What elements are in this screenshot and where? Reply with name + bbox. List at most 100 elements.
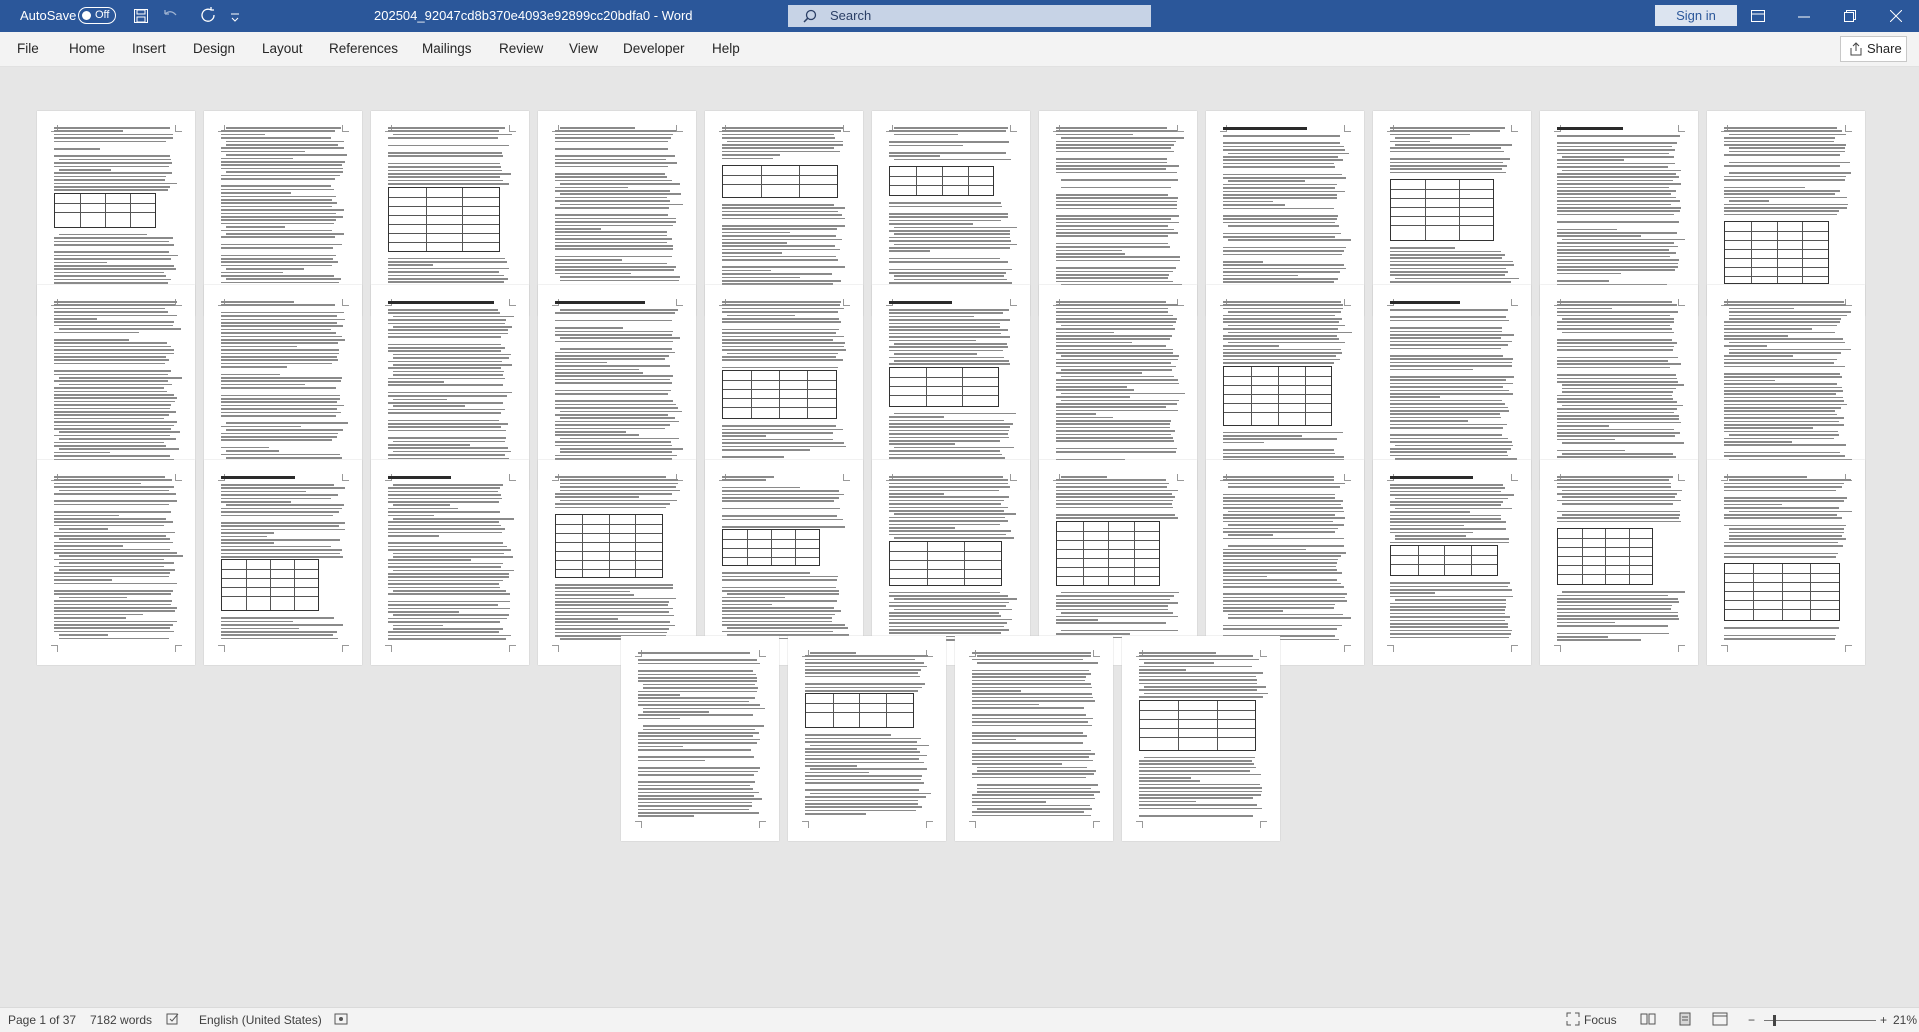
document-page-thumbnail[interactable] [1540, 460, 1698, 665]
autosave-toggle[interactable]: Off [78, 7, 116, 24]
proofing-icon[interactable] [166, 1012, 180, 1029]
text-line [638, 798, 762, 800]
page-heading [388, 301, 495, 304]
document-page-thumbnail[interactable] [621, 636, 779, 841]
text-line [889, 530, 1011, 532]
text-line [972, 676, 1086, 678]
crop-mark [1511, 125, 1518, 132]
document-page-thumbnail[interactable] [872, 460, 1030, 665]
document-page-thumbnail[interactable] [37, 460, 195, 665]
text-line [560, 482, 679, 485]
text-line [555, 414, 668, 416]
document-page-thumbnail[interactable] [204, 460, 362, 665]
text-line [805, 809, 916, 812]
tab-review[interactable]: Review [499, 41, 543, 56]
tab-mailings[interactable]: Mailings [422, 41, 472, 56]
text-line [393, 353, 512, 356]
tab-insert[interactable]: Insert [132, 41, 166, 56]
crop-mark [175, 125, 182, 132]
zoom-out-button[interactable]: − [1748, 1013, 1755, 1027]
redo-icon[interactable] [198, 5, 220, 27]
save-icon[interactable] [130, 5, 152, 27]
text-line [1729, 531, 1844, 534]
text-line [1390, 140, 1431, 143]
minimize-icon[interactable] [1781, 0, 1827, 32]
text-line [972, 797, 1095, 800]
ribbon-display-options-icon[interactable] [1735, 0, 1781, 32]
page-table [555, 514, 663, 578]
tab-file[interactable]: File [17, 41, 39, 56]
share-button[interactable]: Share [1840, 36, 1907, 62]
text-line [393, 326, 513, 328]
tab-home[interactable]: Home [69, 41, 105, 56]
crop-mark [1010, 474, 1017, 481]
sign-in-button[interactable]: Sign in [1655, 5, 1737, 26]
text-line [889, 205, 1002, 208]
document-page-thumbnail[interactable] [1707, 460, 1865, 665]
read-mode-icon[interactable] [1640, 1012, 1656, 1029]
text-line [221, 507, 343, 510]
text-line [555, 238, 672, 240]
focus-label[interactable]: Focus [1584, 1013, 1617, 1027]
text-line [555, 330, 674, 333]
document-page-thumbnail[interactable] [1206, 460, 1364, 665]
text-line [1144, 756, 1255, 759]
text-line [560, 499, 677, 502]
page-info[interactable]: Page 1 of 37 [8, 1013, 76, 1027]
text-line [1228, 225, 1339, 227]
text-line [1223, 314, 1336, 317]
text-line [722, 321, 841, 323]
text-line [388, 162, 500, 165]
text-line [1724, 130, 1843, 132]
customize-toolbar-icon[interactable] [226, 5, 248, 27]
tab-view[interactable]: View [569, 41, 598, 56]
zoom-slider-thumb[interactable] [1773, 1015, 1776, 1026]
accessibility-icon[interactable] [334, 1012, 348, 1029]
text-line [1139, 773, 1262, 776]
document-page-thumbnail[interactable] [1039, 460, 1197, 665]
tab-help[interactable]: Help [712, 41, 740, 56]
text-line [54, 244, 175, 246]
text-line [972, 738, 1017, 741]
text-line [388, 579, 503, 582]
document-page-thumbnail[interactable] [1373, 460, 1531, 665]
document-area[interactable] [0, 67, 1919, 1007]
document-page-thumbnail[interactable] [1122, 636, 1280, 841]
text-line [221, 549, 342, 551]
text-line [1390, 514, 1501, 517]
tab-developer[interactable]: Developer [623, 41, 685, 56]
maximize-icon[interactable] [1827, 0, 1873, 32]
text-line [221, 318, 345, 321]
tab-references[interactable]: References [329, 41, 398, 56]
document-page-thumbnail[interactable] [371, 460, 529, 665]
document-page-thumbnail[interactable] [955, 636, 1113, 841]
close-icon[interactable] [1873, 0, 1919, 32]
text-line [810, 744, 929, 747]
text-line [388, 454, 506, 456]
web-layout-icon[interactable] [1712, 1012, 1728, 1029]
text-line [1724, 328, 1813, 330]
table-row-rule [222, 596, 319, 598]
undo-icon[interactable] [158, 5, 180, 27]
zoom-slider[interactable] [1764, 1015, 1876, 1026]
tab-design[interactable]: Design [193, 41, 235, 56]
print-layout-icon[interactable] [1678, 1012, 1692, 1029]
document-page-thumbnail[interactable] [788, 636, 946, 841]
text-line [1729, 535, 1843, 537]
zoom-in-button[interactable]: + [1880, 1013, 1887, 1027]
zoom-level[interactable]: 21% [1893, 1013, 1917, 1027]
text-line [1228, 324, 1345, 327]
focus-icon[interactable] [1566, 1012, 1580, 1029]
text-line [1056, 389, 1135, 391]
text-line [1724, 165, 1841, 167]
text-line [1061, 324, 1174, 327]
language[interactable]: English (United States) [199, 1013, 322, 1027]
text-line [1223, 537, 1345, 540]
text-line [59, 233, 148, 236]
word-count[interactable]: 7182 words [90, 1013, 152, 1027]
tab-layout[interactable]: Layout [262, 41, 303, 56]
document-page-thumbnail[interactable] [538, 460, 696, 665]
document-page-thumbnail[interactable] [705, 460, 863, 665]
search-box[interactable]: Search [788, 5, 1151, 27]
text-line [972, 683, 1092, 685]
